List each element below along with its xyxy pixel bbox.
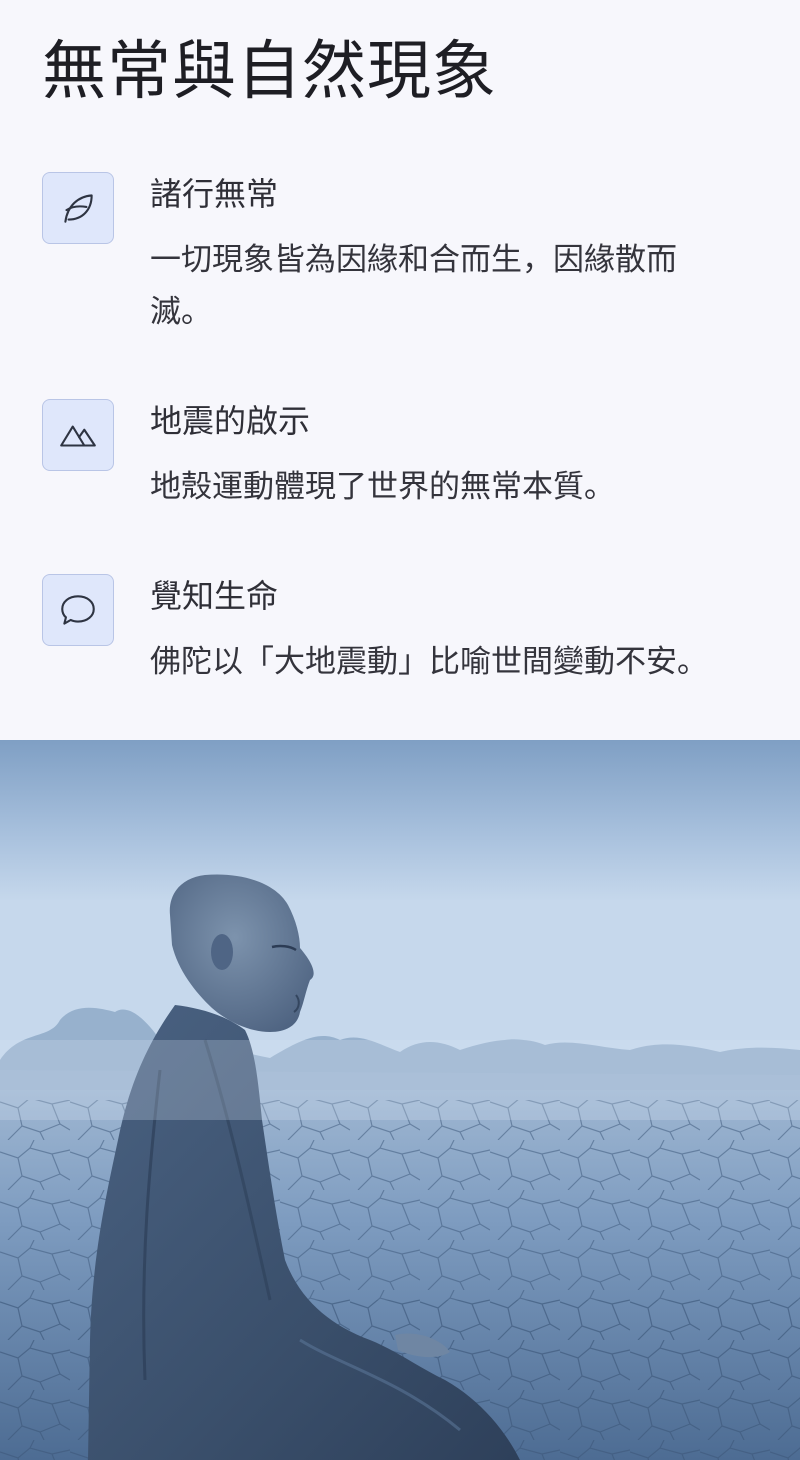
speech-bubble-icon (42, 574, 114, 646)
item-title: 覺知生命 (150, 577, 279, 615)
page: 無常與自然現象 諸行無常 一切現象皆為因緣和合而生，因緣散而滅。 地震的啟示 地… (0, 0, 800, 1460)
item-title: 諸行無常 (150, 175, 279, 213)
item-description: 佛陀以「大地震動」比喻世間變動不安。 (150, 644, 708, 680)
monk-meditating-on-cracked-earth-image (0, 740, 800, 1460)
mountain-icon (42, 399, 114, 471)
page-title: 無常與自然現象 (42, 35, 497, 109)
item-description: 一切現象皆為因緣和合而生，因緣散而滅。 (150, 242, 677, 330)
item-description: 地殼運動體現了世界的無常本質。 (150, 469, 615, 505)
item-title: 地震的啟示 (150, 402, 311, 440)
leaf-icon (42, 172, 114, 244)
